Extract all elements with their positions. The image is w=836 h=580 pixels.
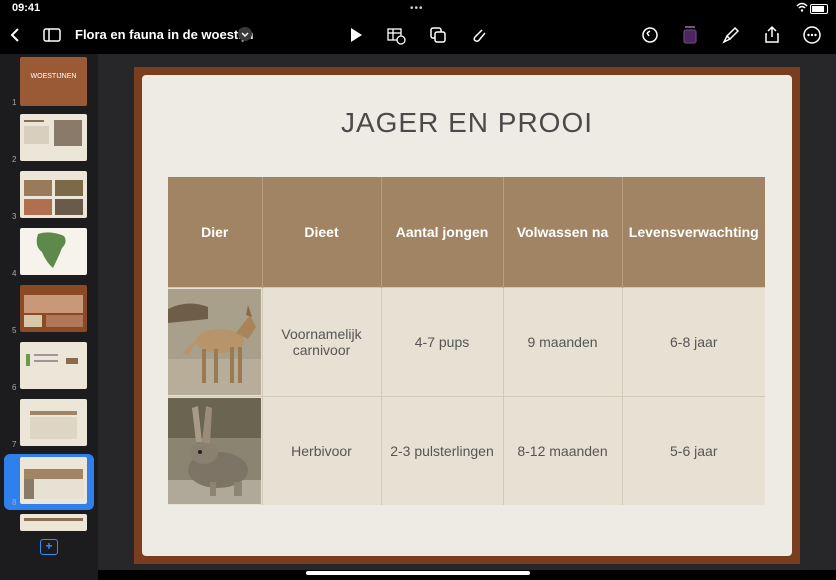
- home-indicator[interactable]: [306, 571, 530, 575]
- slide-title[interactable]: JAGER EN PROOI: [142, 107, 792, 139]
- slide[interactable]: JAGER EN PROOI Dier Dieet Aantal jongen …: [142, 75, 792, 556]
- chevron-down-icon[interactable]: [238, 27, 252, 41]
- jackrabbit-image: [168, 398, 261, 504]
- brush-icon[interactable]: [721, 25, 741, 45]
- slide-thumbnail-label: WOESTIJNEN: [30, 73, 77, 80]
- slide-number: 8: [12, 498, 17, 507]
- wifi-icon: [796, 2, 808, 15]
- table-icon[interactable]: [386, 25, 406, 45]
- table-row: Herbivoor 2-3 pulsterlingen 8-12 maanden…: [168, 396, 765, 505]
- toolbar: Flora en fauna in de woestijn: [0, 16, 836, 54]
- table-cell[interactable]: Herbivoor: [262, 396, 382, 505]
- table-cell[interactable]: 6-8 jaar: [622, 287, 765, 397]
- slide-thumbnail-5[interactable]: [20, 285, 87, 332]
- coyote-image: [168, 289, 261, 395]
- multitask-indicator[interactable]: •••: [410, 3, 424, 14]
- data-table[interactable]: Dier Dieet Aantal jongen Volwassen na Le…: [168, 177, 765, 505]
- table-header-cell[interactable]: Volwassen na: [503, 177, 623, 288]
- slide-thumbnail-7[interactable]: [20, 399, 87, 446]
- slide-frame: JAGER EN PROOI Dier Dieet Aantal jongen …: [134, 67, 800, 564]
- slide-number: 4: [12, 269, 17, 278]
- slide-thumbnail-6[interactable]: [20, 342, 87, 389]
- slide-navigator: WOESTIJNEN 1 2 3 4 5 6 7 8 +: [0, 54, 98, 580]
- slide-thumbnail-9[interactable]: [20, 514, 87, 531]
- table-cell-image[interactable]: [168, 287, 263, 397]
- undo-icon[interactable]: [640, 25, 660, 45]
- battery-icon: [810, 4, 828, 14]
- table-cell[interactable]: 2-3 pulsterlingen: [381, 396, 504, 505]
- slide-number: 6: [12, 383, 17, 392]
- more-icon[interactable]: [802, 25, 822, 45]
- table-cell-image[interactable]: [168, 396, 263, 505]
- back-icon[interactable]: [6, 25, 26, 45]
- table-cell[interactable]: 9 maanden: [503, 287, 623, 397]
- table-cell[interactable]: 4-7 pups: [381, 287, 504, 397]
- table-header-cell[interactable]: Dier: [168, 177, 263, 288]
- slide-thumbnail-3[interactable]: [20, 171, 87, 218]
- play-icon[interactable]: [346, 25, 366, 45]
- format-icon[interactable]: [680, 25, 700, 45]
- clock: 09:41: [12, 2, 41, 14]
- add-slide-button[interactable]: +: [40, 539, 58, 555]
- slide-thumbnail-1[interactable]: WOESTIJNEN: [20, 57, 87, 106]
- table-header-cell[interactable]: Dieet: [262, 177, 382, 288]
- table-cell[interactable]: 5-6 jaar: [622, 396, 765, 505]
- table-header-cell[interactable]: Levensverwachting: [622, 177, 765, 288]
- slide-canvas: JAGER EN PROOI Dier Dieet Aantal jongen …: [98, 54, 836, 570]
- status-bar: 09:41 •••: [0, 0, 836, 16]
- slide-thumbnail-8[interactable]: [20, 457, 87, 504]
- slide-thumbnail-2[interactable]: [20, 114, 87, 161]
- table-row: Voornamelijk carnivoor 4-7 pups 9 maande…: [168, 287, 765, 397]
- slide-number: 2: [12, 155, 17, 164]
- table-cell[interactable]: 8-12 maanden: [503, 396, 623, 505]
- table-header-row: Dier Dieet Aantal jongen Volwassen na Le…: [168, 177, 765, 288]
- slide-number: 7: [12, 440, 17, 449]
- table-header-cell[interactable]: Aantal jongen: [381, 177, 504, 288]
- slide-thumbnail-4[interactable]: [20, 228, 87, 275]
- shapes-icon[interactable]: [428, 25, 448, 45]
- slide-number: 3: [12, 212, 17, 221]
- slide-number: 1: [12, 98, 17, 107]
- table-cell[interactable]: Voornamelijk carnivoor: [262, 287, 382, 397]
- plus-icon: +: [45, 539, 53, 553]
- slide-number: 5: [12, 326, 17, 335]
- attachment-icon[interactable]: [469, 25, 489, 45]
- document-title[interactable]: Flora en fauna in de woestijn: [75, 27, 253, 42]
- sidebar-icon[interactable]: [42, 25, 62, 45]
- share-icon[interactable]: [762, 25, 782, 45]
